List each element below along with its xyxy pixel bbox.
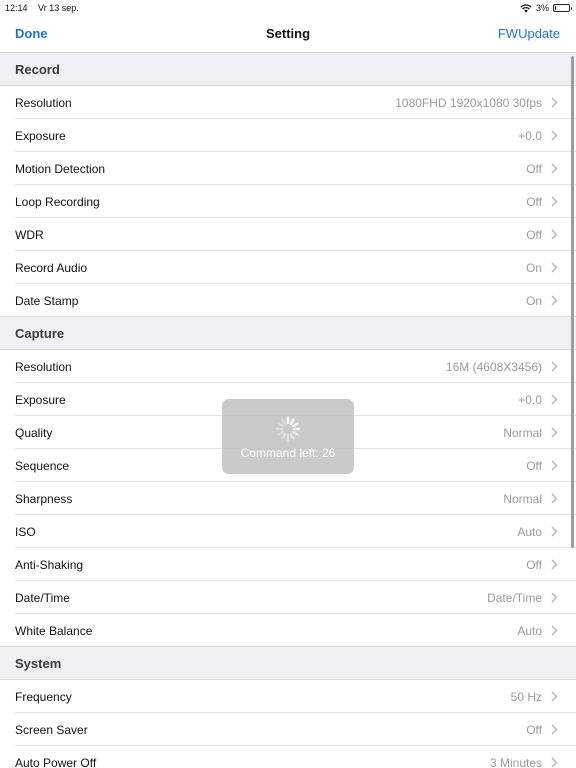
setting-row-date-time[interactable]: Date/Time Date/Time — [0, 581, 576, 614]
fw-update-button[interactable]: FWUpdate — [498, 26, 560, 41]
section-header-capture: Capture — [0, 317, 576, 350]
status-left: 12:14 Vr 13 sep. — [5, 3, 79, 13]
setting-label: Resolution — [15, 95, 72, 110]
setting-label: Date Stamp — [15, 293, 79, 308]
chevron-right-icon — [551, 493, 558, 504]
setting-row-iso[interactable]: ISO Auto — [0, 515, 576, 548]
setting-value: Off — [526, 161, 542, 176]
setting-value: 50 Hz — [510, 689, 542, 704]
section-header-system: System — [0, 647, 576, 680]
setting-label: Screen Saver — [15, 722, 88, 737]
setting-label: Record Audio — [15, 260, 88, 275]
setting-value: Off — [526, 194, 542, 209]
setting-label: ISO — [15, 524, 36, 539]
chevron-right-icon — [551, 229, 558, 240]
chevron-right-icon — [551, 526, 558, 537]
chevron-right-icon — [551, 361, 558, 372]
setting-row-resolution[interactable]: Resolution 16M (4608X3456) — [0, 350, 576, 383]
chevron-right-icon — [551, 262, 558, 273]
setting-value: +0.0 — [518, 392, 542, 407]
battery-percent: 3% — [535, 3, 549, 13]
setting-label: Auto Power Off — [15, 755, 97, 768]
setting-value: On — [525, 260, 542, 275]
settings-screen: 12:14 Vr 13 sep. 3% Done Setting FWUpdat… — [0, 0, 576, 768]
setting-row-exposure[interactable]: Exposure +0.0 — [0, 119, 576, 152]
setting-label: Frequency — [15, 689, 72, 704]
setting-value: +0.0 — [518, 128, 542, 143]
chevron-right-icon — [551, 97, 558, 108]
setting-row-sharpness[interactable]: Sharpness Normal — [0, 482, 576, 515]
scrollbar[interactable] — [571, 56, 574, 548]
setting-value: Off — [526, 722, 542, 737]
setting-value: Normal — [503, 491, 542, 506]
chevron-right-icon — [551, 427, 558, 438]
status-right: 3% — [520, 3, 572, 13]
setting-row-loop-recording[interactable]: Loop Recording Off — [0, 185, 576, 218]
chevron-right-icon — [551, 130, 558, 141]
setting-row-frequency[interactable]: Frequency 50 Hz — [0, 680, 576, 713]
setting-label: Motion Detection — [15, 161, 106, 176]
setting-row-resolution[interactable]: Resolution 1080FHD 1920x1080 30fps — [0, 86, 576, 119]
chevron-right-icon — [551, 724, 558, 735]
setting-value: Auto — [517, 623, 542, 638]
setting-value: Date/Time — [487, 590, 542, 605]
setting-row-anti-shaking[interactable]: Anti-Shaking Off — [0, 548, 576, 581]
chevron-right-icon — [551, 592, 558, 603]
chevron-right-icon — [551, 295, 558, 306]
setting-row-record-audio[interactable]: Record Audio On — [0, 251, 576, 284]
setting-row-auto-power-off[interactable]: Auto Power Off 3 Minutes — [0, 746, 576, 768]
chevron-right-icon — [551, 625, 558, 636]
setting-value: 16M (4608X3456) — [445, 359, 542, 374]
setting-label: Sharpness — [15, 491, 73, 506]
setting-label: White Balance — [15, 623, 93, 638]
setting-row-screen-saver[interactable]: Screen Saver Off — [0, 713, 576, 746]
chevron-right-icon — [551, 460, 558, 471]
chevron-right-icon — [551, 691, 558, 702]
hud-message: Command left: 26 — [240, 446, 336, 460]
battery-icon — [553, 4, 572, 12]
status-time: 12:14 — [5, 3, 28, 13]
chevron-right-icon — [551, 196, 558, 207]
wifi-icon — [520, 3, 532, 13]
setting-label: Loop Recording — [15, 194, 100, 209]
chevron-right-icon — [551, 559, 558, 570]
setting-label: WDR — [15, 227, 44, 242]
setting-value: 3 Minutes — [489, 755, 542, 768]
setting-row-date-stamp[interactable]: Date Stamp On — [0, 284, 576, 317]
setting-value: Normal — [503, 425, 542, 440]
setting-value: Off — [526, 227, 542, 242]
setting-label: Exposure — [15, 128, 66, 143]
setting-value: 1080FHD 1920x1080 30fps — [395, 95, 542, 110]
setting-value: On — [525, 293, 542, 308]
navigation-bar: Done Setting FWUpdate — [0, 16, 576, 53]
spinner-icon — [275, 416, 301, 442]
setting-value: Off — [526, 557, 542, 572]
setting-value: Off — [526, 458, 542, 473]
progress-hud: Command left: 26 — [222, 399, 354, 474]
status-date: Vr 13 sep. — [38, 3, 79, 13]
status-bar: 12:14 Vr 13 sep. 3% — [0, 0, 576, 16]
chevron-right-icon — [551, 394, 558, 405]
page-title: Setting — [265, 26, 311, 41]
setting-row-white-balance[interactable]: White Balance Auto — [0, 614, 576, 647]
done-button[interactable]: Done — [15, 26, 48, 41]
setting-value: Auto — [517, 524, 542, 539]
setting-row-wdr[interactable]: WDR Off — [0, 218, 576, 251]
section-header-record: Record — [0, 53, 576, 86]
setting-label: Anti-Shaking — [15, 557, 84, 572]
chevron-right-icon — [551, 757, 558, 768]
setting-label: Resolution — [15, 359, 72, 374]
chevron-right-icon — [551, 163, 558, 174]
setting-row-motion-detection[interactable]: Motion Detection Off — [0, 152, 576, 185]
setting-label: Date/Time — [15, 590, 70, 605]
